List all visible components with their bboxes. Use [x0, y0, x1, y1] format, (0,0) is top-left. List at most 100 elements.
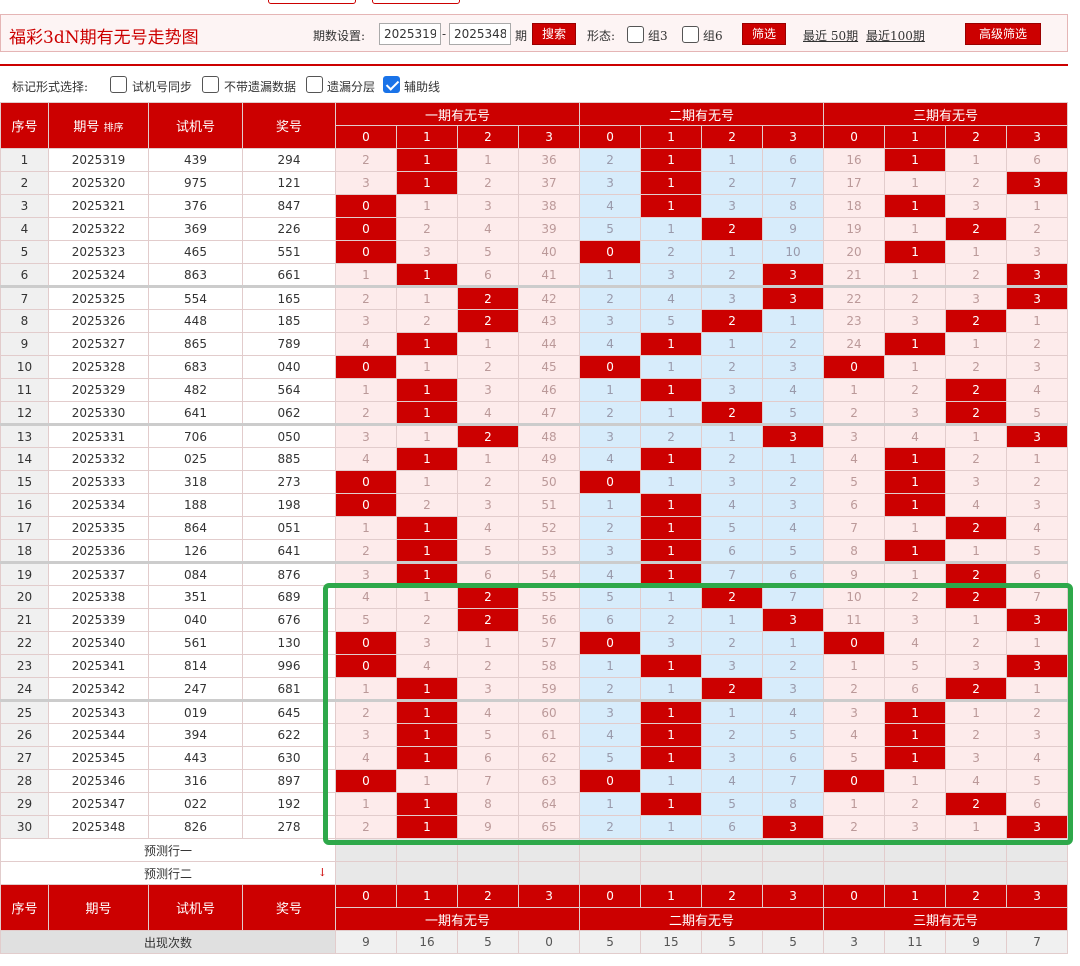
miss-cell: 9 [823, 562, 886, 586]
footer-digit-header: 2 [945, 884, 1008, 908]
prediction-cell[interactable] [396, 838, 458, 862]
prediction-cell[interactable] [1006, 838, 1069, 862]
prediction-cell[interactable] [884, 861, 947, 885]
no-miss-checkbox[interactable] [202, 76, 219, 93]
stat-value: 5 [701, 930, 764, 954]
row-trial: 443 [148, 746, 243, 770]
miss-layer-checkbox[interactable] [306, 76, 323, 93]
prediction-cell[interactable] [396, 861, 458, 885]
miss-cell: 5 [701, 792, 764, 816]
miss-cell: 4 [701, 769, 764, 793]
prediction-cell[interactable] [945, 838, 1008, 862]
prediction-cell[interactable] [457, 838, 519, 862]
miss-cell: 1 [823, 792, 886, 816]
hit-cell: 1 [396, 815, 458, 839]
prediction-cell[interactable] [762, 861, 825, 885]
prediction-cell[interactable] [640, 861, 703, 885]
miss-cell: 2 [335, 539, 397, 564]
advanced-filter-button[interactable]: 高级筛选 [965, 23, 1041, 45]
prediction-cell[interactable] [335, 838, 397, 862]
miss-cell: 5 [701, 516, 764, 540]
period-to-input[interactable] [449, 23, 511, 45]
miss-cell: 5 [335, 608, 397, 632]
recent-50-link[interactable]: 最近 50期 [803, 27, 858, 44]
row-trial: 022 [148, 792, 243, 816]
miss-cell: 3 [640, 263, 703, 288]
miss-cell: 36 [517, 148, 581, 172]
prediction-cell[interactable] [762, 838, 825, 862]
sort-toggle[interactable]: 排序 [104, 123, 124, 134]
hit-cell: 1 [396, 516, 458, 540]
recent-100-link[interactable]: 最近100期 [866, 27, 925, 44]
row-trial: 864 [148, 516, 243, 540]
prediction-cell[interactable] [640, 838, 703, 862]
prediction-label-cell[interactable]: 预测行二 ↓ [0, 861, 336, 885]
miss-cell: 6 [884, 677, 947, 702]
prediction-cell[interactable] [579, 838, 642, 862]
group3-checkbox[interactable] [627, 26, 644, 43]
hit-cell: 1 [884, 493, 947, 517]
table-row: 10 2025328 683 040 0 1 2 45 0 1 2 3 0 1 2 3 [0, 355, 1069, 379]
row-win: 040 [242, 355, 336, 379]
miss-cell: 4 [1006, 516, 1069, 540]
search-button[interactable]: 搜索 [532, 23, 576, 45]
miss-cell: 3 [823, 424, 886, 448]
hit-cell: 1 [640, 516, 703, 540]
miss-cell: 1 [701, 424, 764, 448]
hit-cell: 2 [945, 516, 1008, 540]
row-win: 689 [242, 585, 336, 609]
top-tab-2[interactable] [372, 0, 460, 4]
miss-cell: 4 [579, 194, 642, 218]
miss-cell: 3 [884, 815, 947, 839]
prediction-cell[interactable] [517, 861, 581, 885]
prediction-cell[interactable] [701, 838, 764, 862]
prediction-cell[interactable] [884, 838, 947, 862]
miss-cell: 4 [762, 516, 825, 540]
miss-cell: 6 [762, 562, 825, 586]
table-row: 9 2025327 865 789 4 1 1 44 4 1 1 2 24 1 1 2 [0, 332, 1069, 356]
hit-cell: 3 [762, 286, 825, 310]
miss-cell: 3 [701, 194, 764, 218]
miss-cell: 1 [396, 286, 458, 310]
row-trial: 814 [148, 654, 243, 678]
group6-checkbox[interactable] [682, 26, 699, 43]
miss-cell: 2 [640, 424, 703, 448]
prediction-cell[interactable] [579, 861, 642, 885]
miss-cell: 1 [640, 677, 703, 702]
col-period-header[interactable]: 期号 排序 [48, 102, 149, 149]
sync-checkbox[interactable] [110, 76, 127, 93]
zone2-header: 二期有无号 [579, 102, 825, 126]
hit-cell: 1 [640, 447, 703, 471]
row-seq: 28 [0, 769, 49, 793]
hit-cell: 3 [762, 815, 825, 839]
prediction-cell[interactable] [457, 861, 519, 885]
row-period: 2025336 [48, 539, 149, 564]
top-tab-1[interactable] [268, 0, 356, 4]
miss-cell: 3 [579, 424, 642, 448]
stat-row: 出现次数 9 16 5 0 5 15 5 5 3 11 9 7 [0, 930, 1069, 954]
prediction-cell[interactable] [823, 861, 886, 885]
miss-cell: 53 [517, 539, 581, 564]
miss-cell: 3 [335, 424, 397, 448]
miss-cell: 2 [396, 309, 458, 333]
prediction-cell[interactable] [701, 861, 764, 885]
digit-header: 3 [517, 125, 581, 149]
footer-win-header: 奖号 [242, 884, 336, 931]
prediction-cell[interactable] [517, 838, 581, 862]
miss-cell: 5 [1006, 401, 1069, 426]
arrow-down-icon[interactable]: ↓ [318, 866, 327, 879]
miss-cell: 2 [457, 355, 519, 379]
prediction-cell[interactable] [335, 861, 397, 885]
prediction-cell[interactable] [1006, 861, 1069, 885]
miss-cell: 2 [335, 815, 397, 839]
miss-cell: 1 [640, 217, 703, 241]
prediction-cell[interactable] [945, 861, 1008, 885]
miss-cell: 2 [579, 401, 642, 426]
period-from-input[interactable] [379, 23, 441, 45]
aux-line-checkbox[interactable] [383, 76, 400, 93]
prediction-cell[interactable] [823, 838, 886, 862]
miss-cell: 1 [335, 263, 397, 288]
filter-button[interactable]: 筛选 [742, 23, 786, 45]
prediction-label-cell[interactable]: 预测行一 [0, 838, 336, 862]
digit-header: 2 [457, 125, 519, 149]
